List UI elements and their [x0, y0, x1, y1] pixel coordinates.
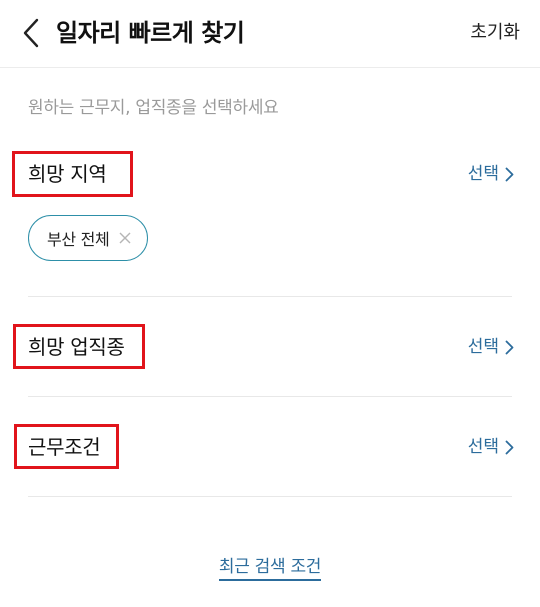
recent-search-link[interactable]: 최근 검색 조건 [218, 557, 321, 581]
section-divider [28, 496, 512, 497]
region-select-button[interactable]: 선택 [468, 162, 514, 186]
region-select-label: 선택 [467, 164, 499, 184]
chip-remove-button[interactable] [119, 232, 131, 244]
page-title: 일자리 빠르게 찾기 [56, 19, 245, 47]
section-title-conditions: 근무조건 [28, 435, 101, 459]
conditions-select-label: 선택 [467, 437, 499, 457]
reset-button[interactable]: 초기화 [470, 16, 520, 50]
close-icon [119, 232, 131, 244]
section-divider [28, 396, 512, 397]
chip-label: 부산 전체 [47, 230, 110, 249]
recent-search-container: 최근 검색 조건 [0, 552, 540, 581]
conditions-select-button[interactable]: 선택 [468, 435, 514, 459]
app-header: 일자리 빠르게 찾기 초기화 [0, 0, 540, 68]
section-title-job-type: 희망 업직종 [28, 335, 125, 359]
section-title-region: 희망 지역 [28, 162, 107, 186]
selected-region-chip[interactable]: 부산 전체 [28, 215, 149, 261]
job-type-select-button[interactable]: 선택 [468, 335, 514, 359]
chevron-right-icon [505, 167, 514, 181]
back-button[interactable] [14, 14, 48, 52]
instruction-text: 원하는 근무지, 업직종을 선택하세요 [28, 98, 279, 118]
section-divider [28, 296, 512, 297]
chevron-right-icon [505, 340, 514, 354]
chevron-right-icon [505, 440, 514, 454]
job-type-select-label: 선택 [467, 337, 499, 357]
chevron-left-icon [23, 18, 39, 48]
